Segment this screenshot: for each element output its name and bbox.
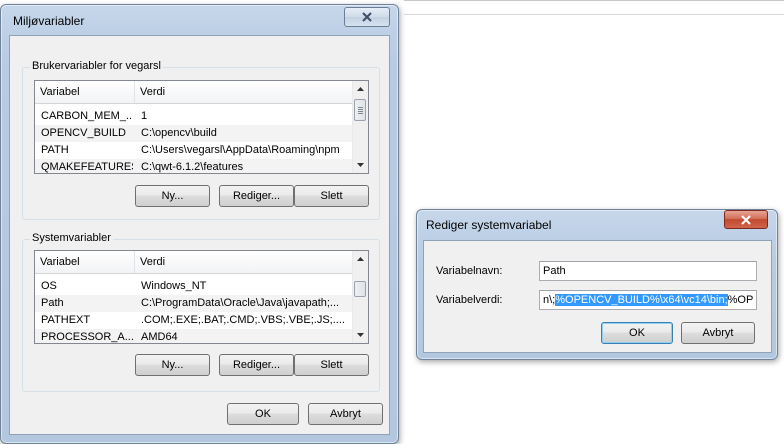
close-button[interactable] [344, 7, 390, 27]
scroll-down-icon [357, 163, 364, 167]
background-border-line [404, 14, 784, 15]
user-delete-button[interactable]: Slett [294, 185, 369, 207]
vertical-scrollbar[interactable] [352, 81, 368, 173]
variable-name: CARBON_MEM_... [41, 110, 133, 122]
table-row[interactable]: QMAKEFEATURES C:\qwt-6.1.2\features [35, 159, 352, 173]
variable-value: C:\ProgramData\Oracle\Java\javapath;... [141, 297, 340, 309]
scroll-down-icon [357, 333, 364, 337]
list-header: Variabel Verdi [35, 81, 354, 104]
list-header: Variabel Verdi [35, 251, 354, 274]
dialog-client-area: Brukervariabler for vegarsl Variabel Ver… [9, 35, 390, 435]
variable-name: Path [41, 297, 64, 309]
variable-value: .COM;.EXE;.BAT;.CMD;.VBS;.VBE;.JS;.... [141, 314, 345, 326]
scrollbar-thumb[interactable] [354, 99, 366, 121]
system-edit-button[interactable]: Rediger... [219, 354, 294, 376]
scrollbar-thumb[interactable] [354, 281, 366, 297]
user-variables-list[interactable]: Variabel Verdi CARBON_MEM_... 1 OPENCV_B… [34, 80, 369, 174]
table-row[interactable]: PATH C:\Users\vegarsl\AppData\Roaming\np… [35, 142, 352, 159]
edit-system-variable-dialog: Rediger systemvariabel Variabelnavn: Pat… [416, 209, 778, 360]
close-button[interactable] [724, 210, 768, 229]
close-icon [362, 12, 372, 22]
cancel-button[interactable]: Avbryt [308, 403, 383, 425]
value-text-before: n\; [543, 294, 556, 306]
ok-button[interactable]: OK [601, 322, 673, 344]
scroll-down-button[interactable] [353, 327, 368, 343]
column-header-variable[interactable]: Variabel [35, 251, 135, 273]
table-row[interactable]: Path C:\ProgramData\Oracle\Java\javapath… [35, 295, 352, 312]
ok-button[interactable]: OK [227, 403, 299, 425]
variable-name: PATH [41, 144, 69, 156]
user-variables-label: Brukervariabler for vegarsl [30, 60, 163, 72]
user-edit-button[interactable]: Rediger... [219, 185, 294, 207]
cancel-button[interactable]: Avbryt [681, 322, 755, 344]
variable-name: QMAKEFEATURES [41, 161, 133, 173]
system-delete-button[interactable]: Slett [294, 354, 369, 376]
table-row[interactable]: OPENCV_BUILD C:\opencv\build [35, 125, 352, 142]
variable-value: Windows_NT [141, 280, 207, 292]
value-text-after: %OP [727, 294, 754, 306]
variable-value: C:\Users\vegarsl\AppData\Roaming\npm [141, 144, 340, 156]
system-new-button[interactable]: Ny... [135, 354, 210, 376]
variable-value-label: Variabelverdi: [436, 294, 503, 306]
dialog-client-area: Variabelnavn: Path Variabelverdi: n\;%OP… [423, 240, 772, 353]
system-variables-label: Systemvariabler [30, 232, 113, 244]
variable-value: C:\qwt-6.1.2\features [141, 161, 244, 173]
table-row[interactable]: OS Windows_NT [35, 278, 352, 295]
scroll-up-icon [357, 87, 364, 91]
variable-value-field[interactable]: n\;%OPENCV_BUILD%\x64\vc14\bin;%OP [539, 290, 757, 310]
variable-name: OS [41, 280, 57, 292]
scroll-down-button[interactable] [353, 157, 368, 173]
environment-variables-dialog: Miljøvariabler Brukervariabler for vegar… [0, 4, 399, 444]
value-text-selected: %OPENCV_BUILD%\x64\vc14\bin; [555, 294, 728, 306]
system-variables-list[interactable]: Variabel Verdi OS Windows_NT Path C:\Pro… [34, 250, 369, 344]
variable-name-field[interactable]: Path [539, 261, 757, 281]
variable-name: PATHEXT [41, 314, 91, 326]
scroll-up-button[interactable] [353, 81, 368, 97]
dialog-title: Rediger systemvariabel [426, 218, 552, 232]
background-border-line [404, 0, 784, 1]
table-row[interactable]: PATHEXT .COM;.EXE;.BAT;.CMD;.VBS;.VBE;.J… [35, 312, 352, 329]
variable-name: PROCESSOR_A... [41, 331, 133, 343]
variable-value: AMD64 [141, 331, 178, 343]
table-row[interactable]: PROCESSOR_A... AMD64 [35, 329, 352, 343]
variable-value: C:\opencv\build [141, 127, 217, 139]
dialog-title: Miljøvariabler [13, 14, 85, 28]
table-row[interactable]: CARBON_MEM_... 1 [35, 108, 352, 125]
column-header-variable[interactable]: Variabel [35, 81, 135, 103]
variable-name: OPENCV_BUILD [41, 127, 126, 139]
scroll-up-button[interactable] [353, 251, 368, 267]
variable-name-label: Variabelnavn: [436, 265, 503, 277]
user-new-button[interactable]: Ny... [135, 185, 210, 207]
close-icon [741, 214, 751, 225]
variable-value: 1 [141, 110, 148, 122]
column-header-value[interactable]: Verdi [135, 81, 354, 103]
column-header-value[interactable]: Verdi [135, 251, 354, 273]
vertical-scrollbar[interactable] [352, 251, 368, 343]
scroll-up-icon [357, 257, 364, 261]
